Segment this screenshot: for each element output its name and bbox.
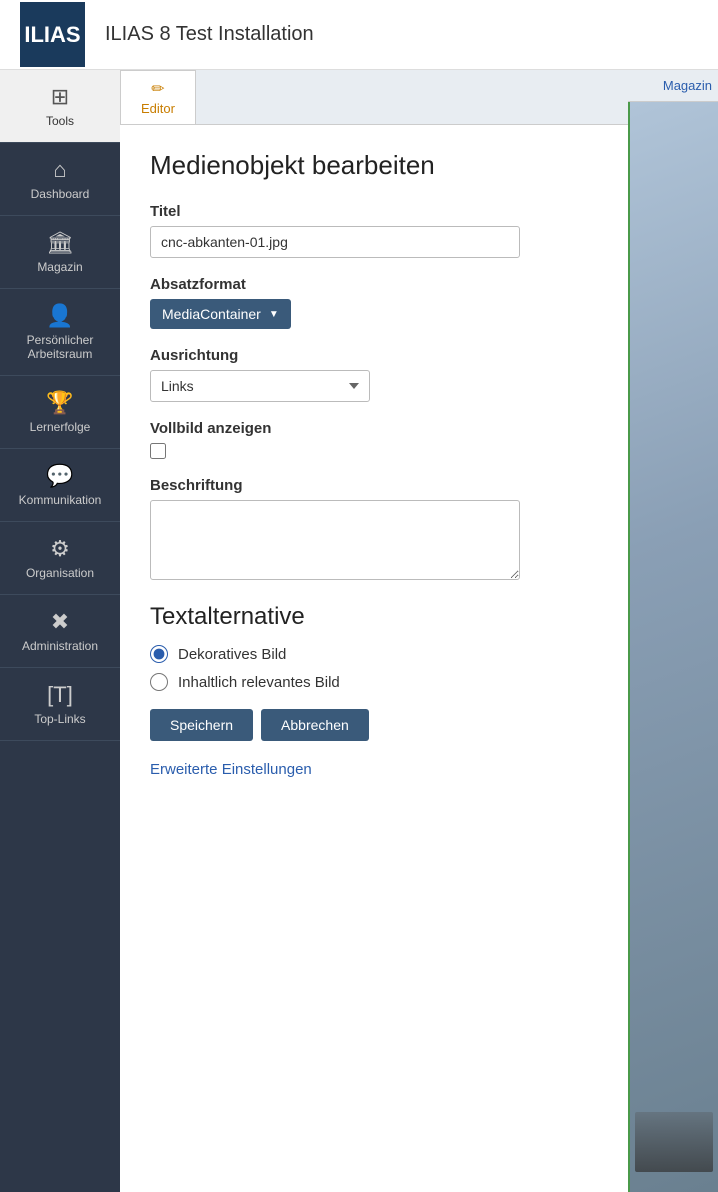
sidebar: ⊞ Tools ⌂ Dashboard 🏛 Magazin 👤 Persönli…: [0, 70, 120, 1192]
radio-dekorativ-label: Dekoratives Bild: [178, 646, 286, 663]
dashboard-icon: ⌂: [53, 157, 66, 183]
chat-icon: 💬: [46, 463, 73, 489]
sidebar-item-label: Kommunikation: [19, 493, 102, 507]
org-icon: ⚙: [50, 536, 70, 562]
sidebar-item-lernerfolge[interactable]: 🏆 Lernerfolge: [0, 376, 120, 449]
magazin-icon: 🏛: [46, 230, 74, 256]
ilias-logo: ILIAS: [20, 2, 85, 67]
trophy-icon: 🏆: [46, 390, 73, 416]
radio-group: Dekoratives Bild Inhaltlich relevantes B…: [150, 645, 598, 691]
top-content: ✏ Editor Medienobjekt bearbeiten Titel A…: [120, 70, 718, 1192]
sidebar-item-label: Dashboard: [31, 187, 90, 201]
sidebar-item-tools[interactable]: ⊞ Tools: [0, 70, 120, 143]
editor-icon: ✏: [151, 79, 164, 99]
sidebar-item-label: Administration: [22, 639, 98, 653]
abbrechen-button[interactable]: Abbrechen: [261, 709, 369, 741]
ausrichtung-group: Ausrichtung Links Rechts Mitte Keine: [150, 347, 598, 402]
button-group: Speichern Abbrechen: [150, 709, 598, 741]
sidebar-item-label: Lernerfolge: [30, 420, 91, 434]
form-area: Medienobjekt bearbeiten Titel Absatzform…: [120, 125, 628, 1192]
vollbild-checkbox[interactable]: [150, 443, 166, 459]
textalternative-heading: Textalternative: [150, 603, 598, 631]
person-icon: 👤: [46, 303, 73, 329]
right-panel-image: [628, 102, 718, 1192]
tab-bar: ✏ Editor: [120, 70, 628, 125]
sidebar-item-persoenlicher[interactable]: 👤 Persönlicher Arbeitsraum: [0, 289, 120, 376]
sidebar-item-magazin[interactable]: 🏛 Magazin: [0, 216, 120, 289]
beschriftung-textarea[interactable]: [150, 500, 520, 580]
tab-editor[interactable]: ✏ Editor: [120, 70, 196, 124]
chevron-down-icon: ▼: [269, 309, 279, 320]
page-title: Medienobjekt bearbeiten: [150, 150, 598, 181]
ausrichtung-select[interactable]: Links Rechts Mitte Keine: [150, 370, 370, 402]
titel-input[interactable]: [150, 226, 520, 258]
sidebar-item-kommunikation[interactable]: 💬 Kommunikation: [0, 449, 120, 522]
sidebar-item-label: Tools: [46, 114, 74, 128]
admin-icon: ✖: [51, 609, 69, 635]
tab-label: Editor: [141, 101, 175, 116]
titel-group: Titel: [150, 203, 598, 258]
ausrichtung-label: Ausrichtung: [150, 347, 598, 364]
radio-dekorativ[interactable]: [150, 645, 168, 663]
sidebar-item-label: Top-Links: [34, 712, 85, 726]
top-links-icon: [T]: [47, 682, 73, 708]
vollbild-group: Vollbild anzeigen: [150, 420, 598, 459]
absatzformat-group: Absatzformat MediaContainer ▼: [150, 276, 598, 329]
tools-icon: ⊞: [51, 84, 69, 110]
radio-inhaltlich[interactable]: [150, 673, 168, 691]
header-title: ILIAS 8 Test Installation: [105, 23, 314, 46]
header: ILIAS ILIAS 8 Test Installation: [0, 0, 718, 70]
absatzformat-value: MediaContainer: [162, 306, 261, 322]
right-panel: Magazin: [628, 70, 718, 1192]
vollbild-label: Vollbild anzeigen: [150, 420, 598, 437]
radio-dekorativ-option[interactable]: Dekoratives Bild: [150, 645, 598, 663]
sidebar-item-administration[interactable]: ✖ Administration: [0, 595, 120, 668]
radio-inhaltlich-label: Inhaltlich relevantes Bild: [178, 674, 340, 691]
content-area: ✏ Editor Medienobjekt bearbeiten Titel A…: [120, 70, 718, 1192]
radio-inhaltlich-option[interactable]: Inhaltlich relevantes Bild: [150, 673, 598, 691]
sidebar-item-dashboard[interactable]: ⌂ Dashboard: [0, 143, 120, 216]
advanced-settings-link[interactable]: Erweiterte Einstellungen: [150, 761, 312, 778]
sidebar-item-label: Magazin: [37, 260, 82, 274]
sidebar-item-label: Persönlicher Arbeitsraum: [5, 333, 115, 361]
titel-label: Titel: [150, 203, 598, 220]
center-panel: ✏ Editor Medienobjekt bearbeiten Titel A…: [120, 70, 628, 1192]
absatzformat-label: Absatzformat: [150, 276, 598, 293]
speichern-button[interactable]: Speichern: [150, 709, 253, 741]
beschriftung-group: Beschriftung: [150, 477, 598, 585]
main-layout: ⊞ Tools ⌂ Dashboard 🏛 Magazin 👤 Persönli…: [0, 70, 718, 1192]
sidebar-item-organisation[interactable]: ⚙ Organisation: [0, 522, 120, 595]
right-panel-header: Magazin: [628, 70, 718, 102]
vollbild-checkbox-group: [150, 443, 598, 459]
sidebar-item-top-links[interactable]: [T] Top-Links: [0, 668, 120, 741]
beschriftung-label: Beschriftung: [150, 477, 598, 494]
absatzformat-dropdown[interactable]: MediaContainer ▼: [150, 299, 291, 329]
sidebar-item-label: Organisation: [26, 566, 94, 580]
